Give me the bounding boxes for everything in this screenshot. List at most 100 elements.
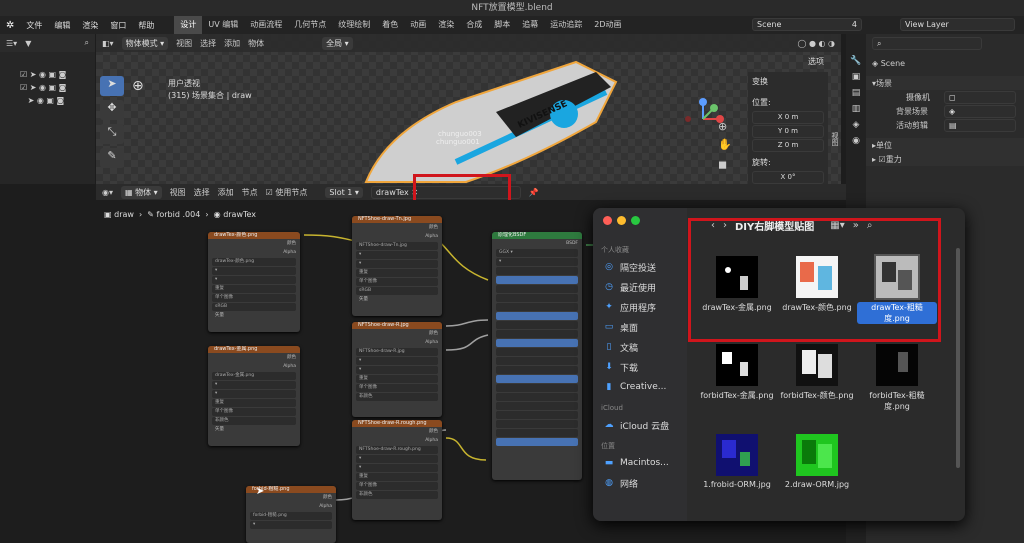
file-item[interactable]: forbidTex-颜色.png <box>777 344 857 401</box>
node-type-select[interactable]: ▦ 物体 ▾ <box>121 185 162 199</box>
world-icon[interactable]: ◉ <box>852 136 860 146</box>
move-tool-icon[interactable]: ✥ <box>100 100 124 120</box>
file-item[interactable]: 2.draw-ORM.jpg <box>777 434 857 489</box>
tab-texture-paint[interactable]: 纹理绘制 <box>332 16 376 34</box>
menu-window[interactable]: 窗口 <box>104 20 132 31</box>
sidebar-item-creative[interactable]: ▮ Creative... <box>593 377 687 397</box>
file-item[interactable]: forbidTex-粗糙度.png <box>857 344 937 412</box>
pin-icon[interactable]: 📌 <box>529 188 539 197</box>
tab-tracking-curtain[interactable]: 追幕 <box>516 16 544 34</box>
location-y-field[interactable]: Y 0 m <box>752 125 824 138</box>
image-texture-node[interactable]: NFTShoe-draw-R.jpg 颜色 Alpha NFTShoe-draw… <box>352 322 442 417</box>
sidebar-item-airdrop[interactable]: ◎ 隔空投送 <box>593 257 687 277</box>
file-item[interactable]: forbidTex-金属.png <box>697 344 777 401</box>
search-icon[interactable]: ⌕ <box>85 38 89 48</box>
image-texture-node[interactable]: NFTShoe-draw-R.rough.png 颜色 Alpha NFTSho… <box>352 420 442 520</box>
principled-bsdf-node[interactable]: 原理化BSDF BSDF GGX ▾ ▾ <box>492 232 582 480</box>
shading-balls-icon[interactable]: ◯ ● ◐ ◑ <box>797 39 835 48</box>
tab-geo-nodes[interactable]: 几何节点 <box>288 16 332 34</box>
annotate-tool-icon[interactable]: ✎ <box>100 148 124 168</box>
image-texture-node[interactable]: drawTex-金属.png 颜色 Alpha drawTex-金属.png ▾… <box>208 346 300 446</box>
pan-icon[interactable]: ✋ <box>718 138 732 151</box>
tab-anim-flow[interactable]: 动画流程 <box>244 16 288 34</box>
location-z-field[interactable]: Z 0 m <box>752 139 824 152</box>
3d-viewport[interactable]: ◧▾ 物体模式 ▾ 视图 选择 添加 物体 全局 ▾ ◯ ● ◐ ◑ 用户透视 … <box>96 34 841 184</box>
props-search-field[interactable]: ⌕ <box>872 36 982 50</box>
select-tool-icon[interactable]: ➤ <box>100 76 124 96</box>
zoom-dot-icon[interactable] <box>631 216 640 225</box>
sidebar-item-applications[interactable]: ✦ 应用程序 <box>593 297 687 317</box>
tab-uv[interactable]: UV 编辑 <box>202 16 244 34</box>
menu-edit[interactable]: 编辑 <box>48 20 76 31</box>
navigation-gizmo[interactable] <box>680 96 726 142</box>
sidebar-item-desktop[interactable]: ▭ 桌面 <box>593 317 687 337</box>
view-layer-icon[interactable]: ▥ <box>852 104 861 114</box>
location-x-field[interactable]: X 0 m <box>752 111 824 124</box>
sidebar-item-documents[interactable]: ▯ 文稿 <box>593 337 687 357</box>
ne-menu-node[interactable]: 节点 <box>242 187 258 198</box>
blender-logo-icon[interactable]: ✲ <box>0 20 20 31</box>
sidebar-item-network[interactable]: ◍ 网络 <box>593 473 687 493</box>
menu-file[interactable]: 文件 <box>20 20 48 31</box>
sidebar-item-downloads[interactable]: ⬇ 下载 <box>593 357 687 377</box>
tab-rendering[interactable]: 渲染 <box>432 16 460 34</box>
outliner-row[interactable]: ☑ ➤ ◉ ▣ ◙ <box>20 81 95 94</box>
tab-animation[interactable]: 动画 <box>404 16 432 34</box>
colorspace-select[interactable]: sRGB <box>212 303 296 311</box>
use-nodes-checkbox[interactable]: ☑ 使用节点 <box>266 187 308 198</box>
orientation-select[interactable]: 全局 ▾ <box>322 36 353 50</box>
menu-help[interactable]: 帮助 <box>132 20 160 31</box>
mode-select[interactable]: 物体模式 ▾ <box>121 36 169 50</box>
file-item[interactable]: 1.frobid-ORM.jpg <box>697 434 777 489</box>
slot-select[interactable]: Slot 1 ▾ <box>325 186 363 198</box>
tab-view[interactable]: 视图 <box>830 132 840 146</box>
node-editor-type-icon[interactable]: ◉▾ <box>102 188 113 197</box>
source-select[interactable]: 单个图像 <box>212 294 296 302</box>
background-scene-field[interactable]: ◈ <box>944 104 1016 118</box>
rotation-x-field[interactable]: X 0° <box>752 171 824 184</box>
minimize-dot-icon[interactable] <box>617 216 626 225</box>
render-icon[interactable]: ▣ <box>852 72 861 82</box>
scene-icon[interactable]: ◈ <box>853 120 860 130</box>
outliner-row[interactable]: ➤ ◉ ▣ ◙ <box>20 94 95 107</box>
close-dot-icon[interactable] <box>603 216 612 225</box>
filter-icon[interactable]: ▼ <box>25 39 31 48</box>
zoom-icon[interactable]: ⊕ <box>718 120 727 133</box>
editor-type-icon[interactable]: ◧▾ <box>102 39 114 48</box>
vp-menu-object[interactable]: 物体 <box>248 38 264 49</box>
image-texture-node[interactable]: NFTShoe-draw-Tn.jpg 颜色 Alpha NFTShoe-dra… <box>352 216 442 316</box>
image-texture-node[interactable]: drawTex-颜色.png 颜色 Alpha drawTex-颜色.png ▾… <box>208 232 300 332</box>
cursor-tool-icon[interactable]: ⊕ <box>132 78 144 94</box>
viewlayer-selector[interactable]: View Layer <box>900 18 1015 31</box>
finder-scrollbar[interactable] <box>956 248 960 468</box>
tab-scripting[interactable]: 脚本 <box>488 16 516 34</box>
menu-render[interactable]: 渲染 <box>76 20 104 31</box>
ne-menu-add[interactable]: 添加 <box>218 187 234 198</box>
camera-field[interactable]: ◻ <box>944 90 1016 104</box>
interpolation-select[interactable]: ▾ <box>212 267 296 275</box>
tool-icon[interactable]: 🔧 <box>850 56 861 66</box>
ne-menu-view[interactable]: 视图 <box>170 187 186 198</box>
sidebar-item-macintosh[interactable]: ▬ Macintos... <box>593 453 687 473</box>
camera-view-icon[interactable]: ◼ <box>718 158 727 171</box>
ne-menu-select[interactable]: 选择 <box>194 187 210 198</box>
outliner-row[interactable]: ☑ ➤ ◉ ▣ ◙ <box>20 68 95 81</box>
scene-selector[interactable]: Scene 4 <box>752 18 862 31</box>
extension-select[interactable]: 重复 <box>212 285 296 293</box>
tab-2d-animation[interactable]: 2D动画 <box>588 16 627 34</box>
output-icon[interactable]: ▤ <box>852 88 861 98</box>
outliner-type-icon[interactable]: ☰▾ <box>6 39 17 48</box>
image-field[interactable]: drawTex-颜色.png <box>212 258 296 266</box>
sidebar-item-recents[interactable]: ◷ 最近使用 <box>593 277 687 297</box>
vp-menu-view[interactable]: 视图 <box>176 38 192 49</box>
vp-menu-select[interactable]: 选择 <box>200 38 216 49</box>
vp-menu-add[interactable]: 添加 <box>224 38 240 49</box>
scene-section-header[interactable]: ▾ 场景 <box>866 76 1024 90</box>
tab-compositing[interactable]: 合成 <box>460 16 488 34</box>
units-section-header[interactable]: ▸ 单位 <box>866 138 1024 152</box>
projection-select[interactable]: ▾ <box>212 276 296 284</box>
options-button[interactable]: 选项 <box>808 56 824 67</box>
active-clip-field[interactable]: ▤ <box>944 118 1016 132</box>
gravity-section-header[interactable]: ▸ ☑ 重力 <box>866 152 1024 166</box>
sidebar-item-icloud-drive[interactable]: ☁ iCloud 云盘 <box>593 415 687 435</box>
